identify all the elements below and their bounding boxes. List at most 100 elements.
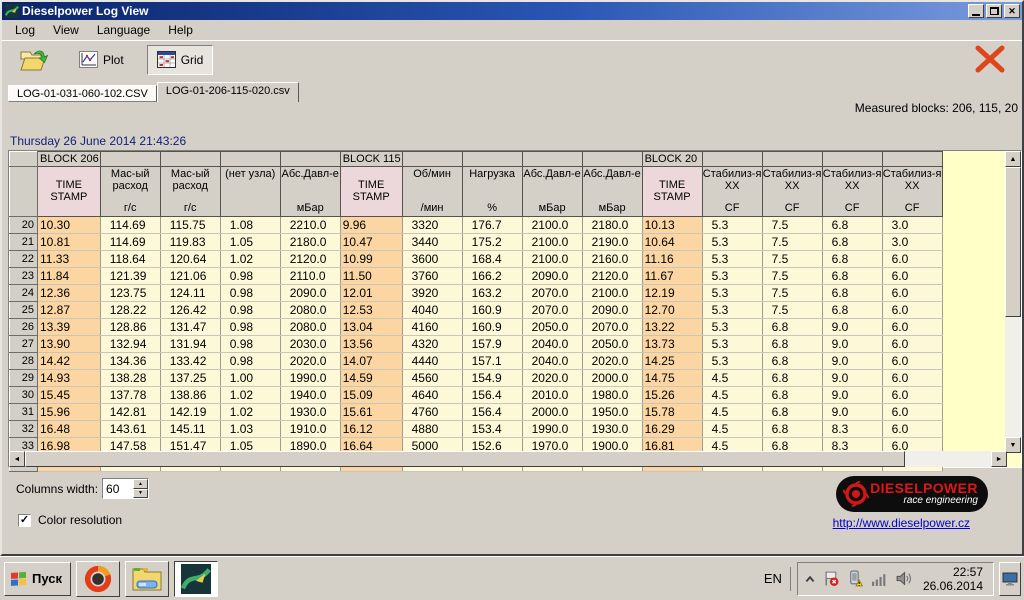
row-number[interactable]: 24 <box>10 285 38 302</box>
cell[interactable]: 120.64 <box>160 251 220 268</box>
cell[interactable]: 9.0 <box>822 404 882 421</box>
cell[interactable]: 5.3 <box>702 302 762 319</box>
cell[interactable]: 12.87 <box>38 302 101 319</box>
cell[interactable]: 2120.0 <box>280 251 340 268</box>
cell[interactable]: 137.25 <box>160 370 220 387</box>
row-number[interactable]: 23 <box>10 268 38 285</box>
cell[interactable]: 4880 <box>402 421 462 438</box>
cell[interactable]: 7.5 <box>762 268 822 285</box>
language-indicator[interactable]: EN <box>756 567 791 591</box>
menu-help[interactable]: Help <box>159 21 202 39</box>
horizontal-scrollbar[interactable]: ◄ ► <box>9 451 1007 467</box>
cell[interactable]: 163.2 <box>462 285 522 302</box>
cell[interactable]: 7.5 <box>762 234 822 251</box>
cell[interactable]: 1950.0 <box>582 404 642 421</box>
cell[interactable]: 5.3 <box>702 319 762 336</box>
cell[interactable]: 3600 <box>402 251 462 268</box>
cell[interactable]: 3320 <box>402 217 462 234</box>
cell[interactable]: 6.8 <box>762 319 822 336</box>
cell[interactable]: 121.39 <box>100 268 160 285</box>
hscroll-thumb[interactable] <box>25 451 905 467</box>
cell[interactable]: 2010.0 <box>522 387 582 404</box>
cell[interactable]: 9.0 <box>822 353 882 370</box>
cell[interactable]: 156.4 <box>462 404 522 421</box>
cell[interactable]: 0.98 <box>220 302 280 319</box>
cell[interactable]: 6.8 <box>762 370 822 387</box>
cell[interactable]: 4760 <box>402 404 462 421</box>
cell[interactable]: 13.04 <box>340 319 402 336</box>
cell[interactable]: 1940.0 <box>280 387 340 404</box>
cell[interactable]: 10.81 <box>38 234 101 251</box>
cell[interactable]: 2100.0 <box>582 285 642 302</box>
cell[interactable]: 14.42 <box>38 353 101 370</box>
cell[interactable]: 10.13 <box>642 217 702 234</box>
cell[interactable]: 2100.0 <box>522 217 582 234</box>
cell[interactable]: 1.02 <box>220 387 280 404</box>
cell[interactable]: 13.90 <box>38 336 101 353</box>
cell[interactable]: 137.78 <box>100 387 160 404</box>
volume-icon[interactable] <box>895 570 912 587</box>
cell[interactable]: 2000.0 <box>582 370 642 387</box>
cell[interactable]: 132.94 <box>100 336 160 353</box>
cell[interactable]: 2040.0 <box>522 336 582 353</box>
cell[interactable]: 5.3 <box>702 285 762 302</box>
cell[interactable]: 2030.0 <box>280 336 340 353</box>
cell[interactable]: 124.11 <box>160 285 220 302</box>
spin-down-button[interactable]: ▼ <box>133 489 148 499</box>
scroll-down-button[interactable]: ▼ <box>1005 437 1021 453</box>
cell[interactable]: 12.01 <box>340 285 402 302</box>
cell[interactable]: 6.8 <box>762 387 822 404</box>
action-center-flag-icon[interactable] <box>823 570 840 587</box>
cell[interactable]: 6.0 <box>882 268 942 285</box>
row-number[interactable]: 21 <box>10 234 38 251</box>
cell[interactable]: 2020.0 <box>280 353 340 370</box>
cell[interactable]: 6.0 <box>882 251 942 268</box>
scroll-left-button[interactable]: ◄ <box>9 451 25 467</box>
cell[interactable]: 1980.0 <box>582 387 642 404</box>
cell[interactable]: 176.7 <box>462 217 522 234</box>
restore-button[interactable] <box>986 4 1002 18</box>
cell[interactable]: 7.5 <box>762 285 822 302</box>
cell[interactable]: 14.93 <box>38 370 101 387</box>
device-warning-icon[interactable] <box>847 570 864 587</box>
cell[interactable]: 6.0 <box>882 404 942 421</box>
cell[interactable]: 119.83 <box>160 234 220 251</box>
cell[interactable]: 2000.0 <box>522 404 582 421</box>
cell[interactable]: 145.11 <box>160 421 220 438</box>
cell[interactable]: 6.0 <box>882 285 942 302</box>
cell[interactable]: 6.8 <box>762 404 822 421</box>
browser-taskbar-button[interactable] <box>76 561 120 597</box>
taskbar-clock[interactable]: 22:57 26.06.2014 <box>919 565 987 593</box>
cell[interactable]: 2020.0 <box>522 370 582 387</box>
cell[interactable]: 16.48 <box>38 421 101 438</box>
cell[interactable]: 2120.0 <box>582 268 642 285</box>
cell[interactable]: 13.39 <box>38 319 101 336</box>
cell[interactable]: 6.8 <box>822 285 882 302</box>
title-bar[interactable]: Dieselpower Log View ✕ <box>2 2 1022 20</box>
cell[interactable]: 5.3 <box>702 336 762 353</box>
cell[interactable]: 166.2 <box>462 268 522 285</box>
cell[interactable]: 1910.0 <box>280 421 340 438</box>
cell[interactable]: 2090.0 <box>522 268 582 285</box>
cell[interactable]: 4.5 <box>702 421 762 438</box>
file-explorer-taskbar-button[interactable] <box>125 561 169 597</box>
cell[interactable]: 2090.0 <box>280 285 340 302</box>
chevron-up-icon[interactable] <box>804 573 816 585</box>
cell[interactable]: 6.8 <box>762 421 822 438</box>
cell[interactable]: 118.64 <box>100 251 160 268</box>
cell[interactable]: 154.9 <box>462 370 522 387</box>
cell[interactable]: 3760 <box>402 268 462 285</box>
cell[interactable]: 10.30 <box>38 217 101 234</box>
vscroll-thumb[interactable] <box>1005 167 1021 317</box>
cell[interactable]: 5.3 <box>702 251 762 268</box>
cell[interactable]: 175.2 <box>462 234 522 251</box>
columns-width-input[interactable] <box>103 479 133 498</box>
cell[interactable]: 9.0 <box>822 336 882 353</box>
cell[interactable]: 4440 <box>402 353 462 370</box>
cell[interactable]: 3920 <box>402 285 462 302</box>
row-number[interactable]: 25 <box>10 302 38 319</box>
cell[interactable]: 0.98 <box>220 319 280 336</box>
cell[interactable]: 14.07 <box>340 353 402 370</box>
cell[interactable]: 7.5 <box>762 302 822 319</box>
cell[interactable]: 6.8 <box>762 336 822 353</box>
